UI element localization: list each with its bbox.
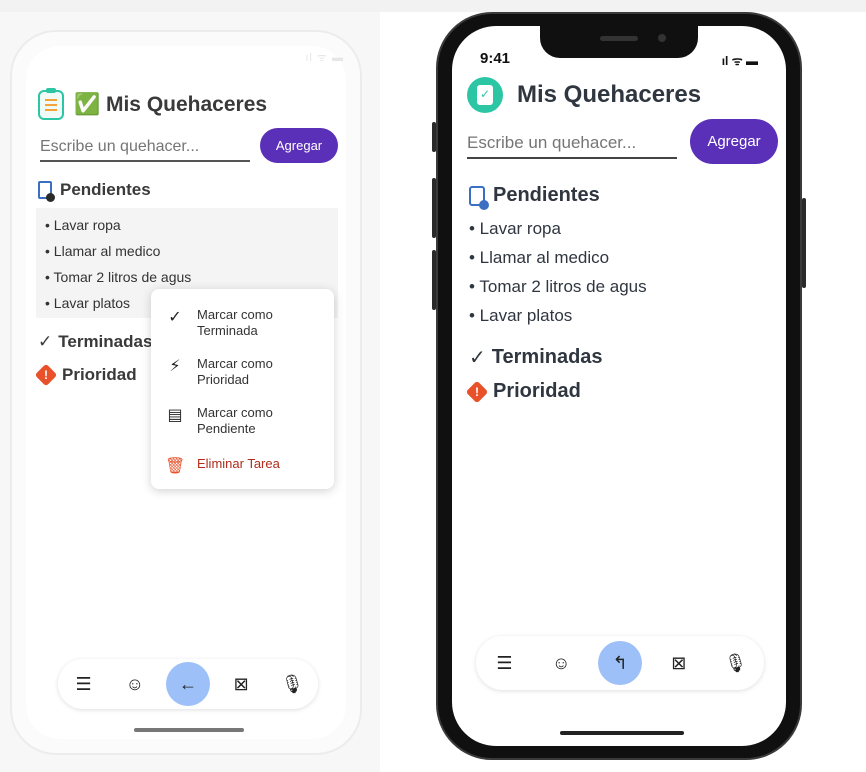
right-priority-label: Prioridad (493, 380, 581, 402)
document-icon (38, 181, 55, 202)
emoji-icon[interactable]: ☺ (115, 664, 155, 704)
trash-icon: 🗑 (165, 458, 186, 475)
left-title-text: ✅ Mis Quehaceres (74, 93, 268, 116)
menu-icon[interactable]: ☰ (64, 664, 104, 704)
power-button (802, 198, 806, 288)
menu-label: Eliminar Tarea (197, 456, 280, 471)
clipboard-check-icon (467, 77, 503, 113)
right-bottom-toolbar: ☰ ☺ ↰ ⊠ 🎙 (476, 636, 764, 690)
left-task-input[interactable] (40, 136, 250, 162)
menu-label: Marcar como Terminada (197, 307, 273, 338)
back-arrow-icon[interactable]: ↰ (597, 641, 642, 685)
status-icons: ıl ᯤ ▬ (721, 54, 758, 68)
close-box-icon[interactable]: ⊠ (659, 643, 699, 683)
alert-diamond-icon: ! (34, 363, 58, 387)
menu-label: Marcar como Pendiente (197, 405, 273, 436)
left-done-header[interactable]: ✓ Terminadas (38, 332, 152, 352)
notch (540, 26, 698, 58)
menu-item-delete[interactable]: 🗑 Eliminar Tarea (165, 456, 280, 476)
camera (658, 34, 666, 42)
right-home-indicator[interactable] (560, 731, 684, 735)
left-pending-label: Pendientes (60, 180, 151, 199)
right-title-text: Mis Quehaceres (517, 81, 702, 108)
menu-item-mark-done[interactable]: ✓ Marcar como Terminada (165, 307, 297, 339)
list-item[interactable]: • Tomar 2 litros de agus (469, 277, 647, 306)
task-context-menu: ✓ Marcar como Terminada ⚡ Marcar como Pr… (151, 289, 334, 489)
back-arrow-icon[interactable]: ← (165, 662, 210, 706)
menu-label: Marcar como Prioridad (197, 356, 273, 387)
list-item[interactable]: • Lavar platos (469, 306, 647, 335)
microphone-icon[interactable]: 🎙 (716, 643, 756, 683)
checkmark-icon: ✓ (469, 347, 486, 369)
document-icon (469, 185, 489, 210)
right-priority-header[interactable]: ! Prioridad (465, 380, 581, 403)
speaker (600, 36, 638, 41)
emoji-icon[interactable]: ☺ (541, 643, 581, 683)
volume-down-button (432, 250, 436, 310)
right-done-label: Terminadas (491, 346, 603, 368)
right-pending-label: Pendientes (493, 184, 600, 206)
clock: 9:41 (480, 50, 511, 67)
list-item[interactable]: • Lavar ropa (45, 217, 191, 243)
checkmark-icon: ✓ (38, 332, 53, 351)
menu-item-mark-pending[interactable]: ▤ Marcar como Pendiente (165, 405, 297, 437)
left-priority-label: Prioridad (62, 365, 137, 384)
list-item[interactable]: • Llamar al medico (469, 248, 647, 277)
mute-switch (432, 122, 436, 152)
notepad-icon (38, 88, 64, 120)
right-pending-list: • Lavar ropa • Llamar al medico • Tomar … (469, 219, 647, 335)
right-pending-header[interactable]: Pendientes (469, 184, 600, 210)
lightning-icon: ⚡ (169, 358, 181, 375)
right-task-input[interactable] (467, 131, 677, 159)
list-document-icon: ▤ (167, 407, 183, 424)
right-done-header[interactable]: ✓ Terminadas (469, 345, 603, 370)
right-add-button[interactable]: Agregar (690, 119, 778, 164)
menu-icon[interactable]: ☰ (484, 643, 524, 683)
menu-item-mark-priority[interactable]: ⚡ Marcar como Prioridad (165, 356, 297, 388)
left-priority-header[interactable]: ! Prioridad (34, 363, 137, 387)
left-status-bar: ıl ᯤ ▬ (305, 52, 344, 64)
list-item[interactable]: • Lavar ropa (469, 219, 647, 248)
left-pending-header[interactable]: Pendientes (38, 180, 151, 202)
left-done-label: Terminadas (58, 332, 153, 351)
checkmark-icon: ✓ (168, 309, 182, 326)
microphone-icon[interactable]: 🎙 (272, 664, 312, 704)
right-app-title: Mis Quehaceres (467, 76, 701, 114)
close-box-icon[interactable]: ⊠ (221, 664, 261, 704)
volume-up-button (432, 178, 436, 238)
top-strip (0, 0, 866, 12)
left-bottom-toolbar: ☰ ☺ ← ⊠ 🎙 (58, 659, 318, 709)
alert-diamond-icon: ! (465, 380, 489, 403)
left-app-title: ✅ Mis Quehaceres (38, 88, 268, 121)
left-home-indicator[interactable] (134, 728, 244, 732)
left-add-button[interactable]: Agregar (260, 128, 338, 163)
list-item[interactable]: • Llamar al medico (45, 243, 191, 269)
